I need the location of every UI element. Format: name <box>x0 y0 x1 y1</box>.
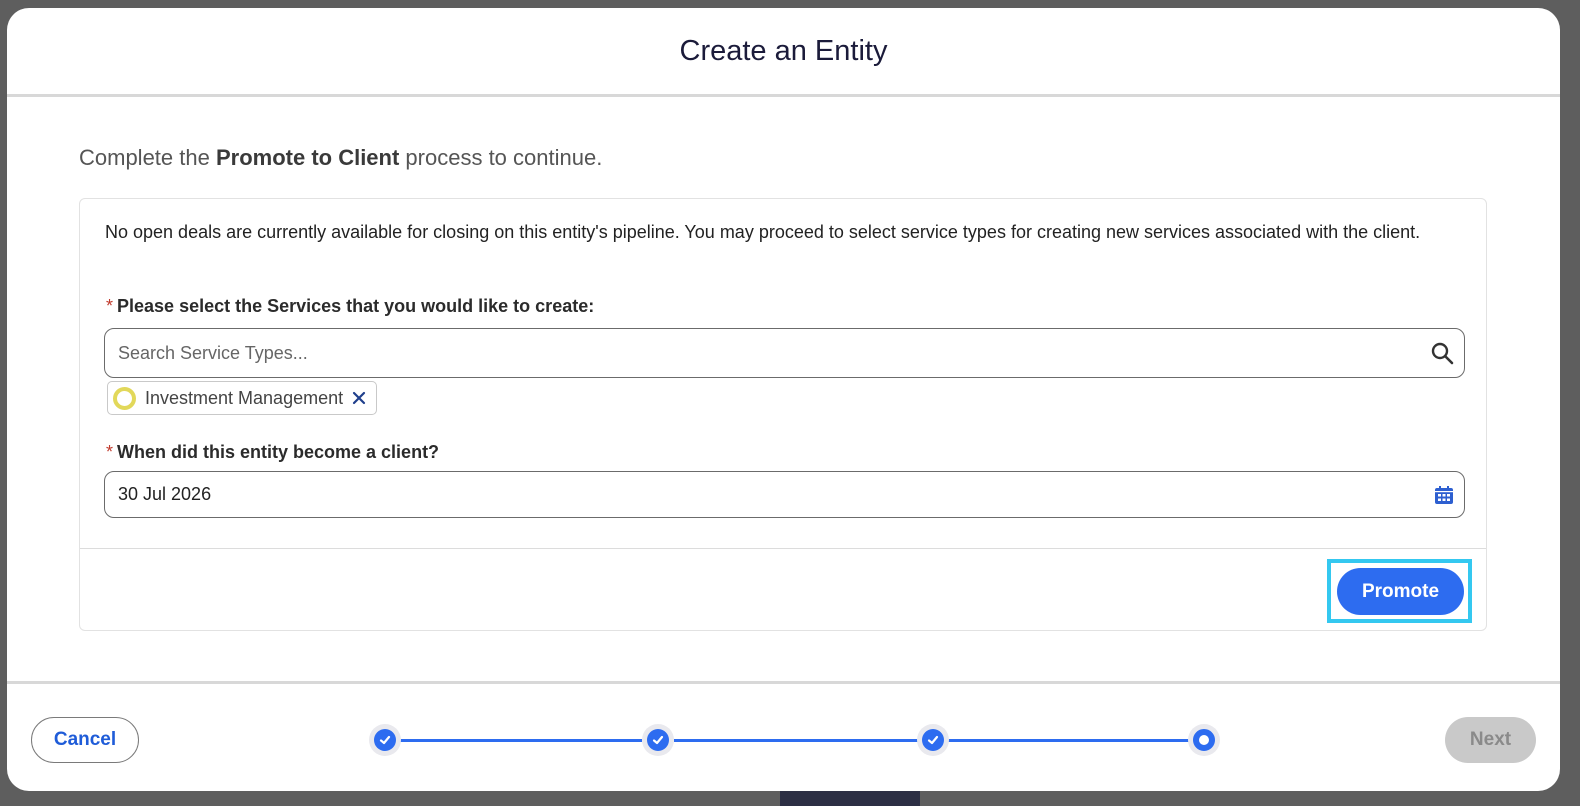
service-search-input[interactable]: Search Service Types... <box>104 328 1465 378</box>
modal-footer: Cancel Next <box>7 681 1560 791</box>
check-icon <box>927 735 939 745</box>
card-footer: Promote <box>80 548 1486 633</box>
modal-header: Create an Entity <box>7 8 1560 97</box>
client-date-input[interactable]: 30 Jul 2026 <box>104 471 1465 518</box>
progress-line <box>400 739 642 742</box>
notice-text: No open deals are currently available fo… <box>105 222 1421 242</box>
required-marker: * <box>106 442 114 462</box>
progress-step-1 <box>369 724 401 756</box>
progress-line <box>674 739 918 742</box>
intro-prefix: Complete the <box>79 145 216 170</box>
required-marker: * <box>106 296 114 316</box>
close-icon[interactable] <box>352 391 366 405</box>
service-type-icon <box>113 386 136 410</box>
modal-title: Create an Entity <box>679 35 888 67</box>
progress-step-2 <box>642 724 674 756</box>
progress-step-3 <box>917 724 949 756</box>
next-button: Next <box>1445 717 1536 763</box>
services-label-text: Please select the Services that you woul… <box>117 296 595 316</box>
background-page-strip <box>780 791 920 806</box>
check-icon <box>379 735 391 745</box>
progress-line <box>948 739 1189 742</box>
progress-indicator <box>7 684 1560 791</box>
check-icon <box>652 735 664 745</box>
selected-service-label: Investment Management <box>145 387 344 408</box>
service-search-placeholder: Search Service Types... <box>118 342 308 363</box>
intro-process-name: Promote to Client <box>215 145 400 170</box>
selected-service-pill: Investment Management <box>107 381 377 415</box>
intro-suffix: process to continue. <box>399 145 603 170</box>
client-date-label-text: When did this entity become a client? <box>117 442 440 462</box>
create-entity-modal: Create an Entity Complete the Promote to… <box>7 8 1560 791</box>
calendar-icon[interactable] <box>1434 485 1454 505</box>
services-field-label: * Please select the Services that you wou… <box>106 296 594 317</box>
client-date-value: 30 Jul 2026 <box>118 484 212 504</box>
client-date-field-label: * When did this entity become a client? <box>106 442 439 463</box>
progress-step-4 <box>1188 724 1220 756</box>
intro-text: Complete the Promote to Client process t… <box>79 145 602 171</box>
promote-button[interactable]: Promote <box>1337 568 1464 615</box>
search-icon[interactable] <box>1430 341 1454 365</box>
promote-card: No open deals are currently available fo… <box>79 198 1487 631</box>
